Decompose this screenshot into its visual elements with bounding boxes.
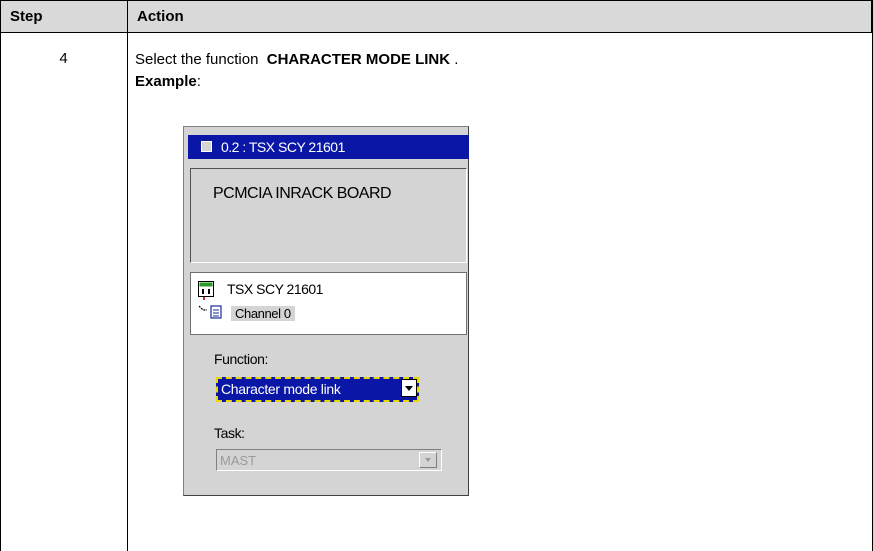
header-step: Step — [10, 8, 43, 25]
function-select[interactable]: Character mode link — [216, 377, 419, 402]
window-box-icon — [201, 141, 212, 152]
module-panel: TSX SCY 21601 Channel 0 — [190, 272, 467, 335]
task-select[interactable]: MAST — [216, 449, 442, 471]
window-title: 0.2 : TSX SCY 21601 — [221, 139, 345, 155]
function-field[interactable]: Character mode link — [216, 377, 419, 402]
instruction-suffix: . — [454, 51, 459, 68]
dropdown-arrow-icon — [405, 386, 413, 391]
module-icon — [198, 281, 214, 300]
board-panel: PCMCIA INRACK BOARD — [190, 168, 467, 263]
function-name: CHARACTER MODE LINK — [266, 51, 451, 68]
function-label: Function: — [214, 351, 268, 367]
channel-settings: Function: Character mode link Task: MAST — [190, 335, 467, 495]
example-screenshot: 0.2 : TSX SCY 21601 PCMCIA INRACK BOARD … — [183, 126, 469, 496]
step-number: 4 — [59, 50, 68, 67]
table-border-left — [0, 0, 1, 551]
task-dropdown-button[interactable] — [419, 452, 437, 468]
function-value: Character mode link — [221, 381, 341, 397]
function-dropdown-button[interactable] — [401, 379, 417, 397]
example-word: Example — [135, 73, 197, 90]
example-colon: : — [196, 73, 201, 90]
instruction-prefix: Select the function — [135, 51, 259, 68]
action-instruction: Select the function CHARACTER MODE LINK … — [135, 51, 458, 68]
dropdown-arrow-icon — [425, 458, 431, 462]
window-titlebar: 0.2 : TSX SCY 21601 — [188, 135, 469, 159]
task-value: MAST — [220, 453, 257, 468]
procedure-table: Step Action 4 Select the function CHARAC… — [0, 0, 873, 551]
example-label: Example: — [135, 73, 201, 90]
column-divider — [127, 0, 128, 551]
task-label: Task: — [214, 425, 245, 441]
table-header: Step Action — [0, 0, 872, 33]
board-label: PCMCIA INRACK BOARD — [213, 185, 392, 202]
module-name[interactable]: TSX SCY 21601 — [227, 281, 323, 297]
channel-icon — [198, 305, 222, 319]
header-action: Action — [137, 8, 184, 25]
channel-label[interactable]: Channel 0 — [231, 306, 295, 321]
